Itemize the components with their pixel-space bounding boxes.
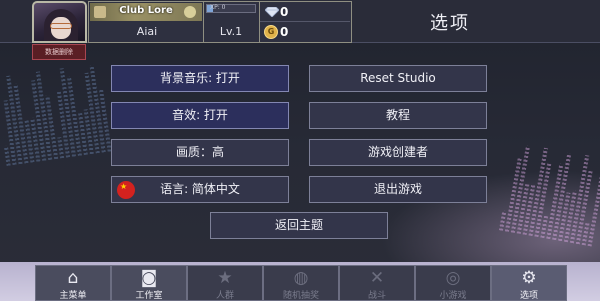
nav-item-label: 随机抽奖 — [282, 291, 319, 301]
language-button[interactable]: ★ 语言: 简体中文 — [111, 176, 289, 203]
camera-icon: ◙ — [140, 268, 158, 288]
nav-item-label: 工作室 — [135, 291, 163, 301]
club-panel: Club Lore Aiai — [88, 1, 204, 43]
top-bar: Club Lore Aiai XP: 0 Lv.1 0 G 0 选项 — [0, 0, 600, 43]
delete-data-button[interactable]: 数据删除 — [32, 44, 86, 60]
language-label: 语言: 简体中文 — [160, 182, 240, 196]
club-banner: Club Lore — [90, 3, 202, 21]
avatar[interactable] — [32, 1, 87, 43]
bgm-toggle-button[interactable]: 背景音乐: 打开 — [111, 65, 289, 92]
nav-item-0[interactable]: ⌂ 主菜单 — [35, 265, 111, 301]
equalizer-decoration-right — [499, 143, 600, 247]
diamond-row: 0 — [260, 2, 350, 22]
swords-icon: ✕ — [369, 268, 385, 288]
page-title: 选项 — [430, 13, 470, 34]
nav-item-2[interactable]: ★ 人群 — [187, 265, 263, 301]
club-name: Club Lore — [119, 5, 173, 16]
level-panel: XP: 0 Lv.1 — [204, 1, 260, 43]
coin-icon: G — [264, 25, 278, 39]
nav-item-label: 人群 — [215, 291, 234, 301]
quality-button[interactable]: 画质：高 — [111, 139, 289, 166]
diamond-count: 0 — [280, 5, 289, 19]
nav-item-label: 选项 — [519, 291, 538, 301]
coin-row: G 0 — [260, 22, 350, 42]
gear-icon: ⚙ — [521, 268, 537, 288]
creators-button[interactable]: 游戏创建者 — [309, 139, 487, 166]
nav-item-1[interactable]: ◙ 工作室 — [111, 265, 187, 301]
nav-item-4[interactable]: ✕ 战斗 — [339, 265, 415, 301]
equalizer-decoration-left — [0, 63, 112, 167]
sfx-toggle-button[interactable]: 音效: 打开 — [111, 102, 289, 129]
nav-item-6[interactable]: ⚙ 选项 — [491, 265, 567, 301]
avatar-glasses — [50, 23, 72, 29]
return-home-button[interactable]: 返回主题 — [210, 212, 388, 239]
ball-icon: ◍ — [293, 268, 309, 288]
coin-count: 0 — [280, 25, 289, 39]
nav-item-label: 战斗 — [367, 291, 386, 301]
xp-bar: XP: 0 — [206, 4, 256, 13]
china-flag-icon: ★ — [117, 181, 135, 199]
reset-studio-button[interactable]: Reset Studio — [309, 65, 487, 92]
xp-text: XP: 0 — [210, 4, 226, 11]
nav-item-label: 小游戏 — [439, 291, 467, 301]
player-level: Lv.1 — [219, 25, 243, 38]
diamond-icon — [265, 7, 279, 17]
gamepad-icon: ◎ — [445, 268, 461, 288]
tutorial-button[interactable]: 教程 — [309, 102, 487, 129]
player-name: Aiai — [136, 25, 158, 38]
nav-item-5[interactable]: ◎ 小游戏 — [415, 265, 491, 301]
home-icon: ⌂ — [67, 268, 79, 288]
star-icon: ★ — [217, 268, 233, 288]
nav-item-label: 主菜单 — [59, 291, 87, 301]
bottom-nav: ⌂ 主菜单 ◙ 工作室 ★ 人群 ◍ 随机抽奖 ✕ 战斗 ◎ 小游戏 ⚙ 选项 — [0, 262, 600, 301]
nav-item-3[interactable]: ◍ 随机抽奖 — [263, 265, 339, 301]
exit-game-button[interactable]: 退出游戏 — [309, 176, 487, 203]
currency-panel: 0 G 0 — [260, 1, 352, 43]
